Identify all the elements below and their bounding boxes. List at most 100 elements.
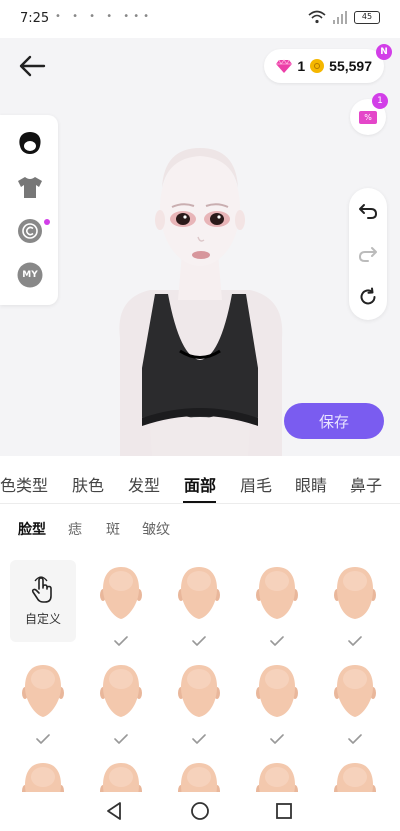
face-thumbnail <box>333 565 377 621</box>
wifi-icon <box>308 10 326 24</box>
subtab-1[interactable]: 痣 <box>68 519 82 539</box>
custom-option[interactable]: 自定义 <box>10 560 76 642</box>
sub-tabs: 脸型 痣 斑 皱纹 <box>0 505 400 549</box>
avatar-figure <box>119 148 283 456</box>
triangle-back-icon <box>107 802 121 820</box>
face-shape-option[interactable] <box>88 657 154 747</box>
tab-category-5[interactable]: 眼睛 <box>295 472 327 496</box>
avatar-stage[interactable]: 1 55,597 N % 1 MY 保存 <box>0 38 400 456</box>
notification-dots: • • • • ••• <box>55 11 154 22</box>
face-shape-option[interactable] <box>322 657 388 747</box>
face-shape-option[interactable] <box>88 755 154 792</box>
my-menu-item[interactable]: MY <box>16 261 44 289</box>
clothing-menu-item[interactable] <box>16 173 44 201</box>
tab-category-1[interactable]: 肤色 <box>72 472 104 496</box>
subtab-3[interactable]: 皱纹 <box>142 519 170 539</box>
check-icon <box>192 729 206 744</box>
check-icon <box>192 631 206 646</box>
hair-icon <box>19 132 41 154</box>
edit-tools <box>349 188 387 320</box>
face-shape-option[interactable] <box>244 559 310 649</box>
subtab-2[interactable]: 斑 <box>106 519 120 539</box>
tab-category-0[interactable]: 色类型 <box>0 472 48 496</box>
subtab-0[interactable]: 脸型 <box>18 519 46 539</box>
save-button[interactable]: 保存 <box>284 403 384 439</box>
gem-count: 1 <box>297 58 306 74</box>
face-thumbnail <box>177 565 221 621</box>
undo-icon <box>359 204 377 219</box>
face-shape-option[interactable] <box>10 657 76 747</box>
coin-icon <box>310 59 325 73</box>
check-icon <box>348 631 362 646</box>
active-tab-indicator <box>183 501 216 503</box>
back-button[interactable] <box>14 50 50 82</box>
new-badge: N <box>376 44 392 60</box>
face-shape-option[interactable] <box>166 755 232 792</box>
face-shape-option[interactable] <box>244 755 310 792</box>
face-thumbnail <box>255 761 299 792</box>
promo-button[interactable]: % 1 <box>350 93 388 135</box>
currency-pill[interactable]: 1 55,597 <box>264 49 384 83</box>
category-tabs: 色类型 肤色 发型 面部 眉毛 眼睛 鼻子 <box>0 456 400 504</box>
check-icon <box>114 729 128 744</box>
face-shape-grid: 自定义 <box>0 549 400 792</box>
face-shape-option[interactable] <box>166 657 232 747</box>
face-thumbnail <box>255 565 299 621</box>
face-shape-option[interactable] <box>322 755 388 792</box>
circle-home-icon <box>191 802 209 820</box>
signal-icon <box>333 11 347 24</box>
tap-hand-icon <box>31 575 52 603</box>
reset-icon <box>360 287 376 305</box>
face-shape-option[interactable] <box>88 559 154 649</box>
redo-button[interactable] <box>356 242 380 266</box>
face-shape-option[interactable] <box>166 559 232 649</box>
face-thumbnail <box>99 761 143 792</box>
tab-category-3[interactable]: 面部 <box>184 472 216 496</box>
face-thumbnail <box>99 663 143 719</box>
new-dot <box>44 219 50 225</box>
discount-tag-icon: % <box>359 110 377 124</box>
face-thumbnail <box>177 663 221 719</box>
check-icon <box>270 631 284 646</box>
face-thumbnail <box>333 761 377 792</box>
square-recents-icon <box>276 803 292 819</box>
promo-count-badge: 1 <box>372 93 388 109</box>
system-nav-bar <box>0 792 400 831</box>
copyright-menu-item[interactable] <box>16 217 44 245</box>
face-thumbnail <box>21 663 65 719</box>
nav-back-button[interactable] <box>102 799 126 823</box>
check-icon <box>36 729 50 744</box>
undo-button[interactable] <box>356 199 380 223</box>
check-icon <box>270 729 284 744</box>
redo-icon <box>359 247 377 262</box>
tab-category-2[interactable]: 发型 <box>128 472 160 496</box>
nav-home-button[interactable] <box>188 799 212 823</box>
left-category-menu: MY <box>0 115 58 305</box>
face-shape-option[interactable] <box>322 559 388 649</box>
arrow-left-icon <box>19 55 46 77</box>
custom-label: 自定义 <box>24 611 61 626</box>
face-thumbnail <box>333 663 377 719</box>
check-icon <box>348 729 362 744</box>
my-label: MY <box>22 270 38 280</box>
copyright-icon <box>18 219 42 243</box>
gem-icon <box>276 59 293 73</box>
check-icon <box>114 631 128 646</box>
tab-category-4[interactable]: 眉毛 <box>240 472 272 496</box>
shirt-icon <box>18 177 42 198</box>
face-shape-option[interactable] <box>10 755 76 792</box>
status-icons: 45 <box>308 10 380 24</box>
nav-recents-button[interactable] <box>272 799 296 823</box>
face-thumbnail <box>21 761 65 792</box>
status-time: 7:25 <box>20 11 50 26</box>
face-thumbnail <box>177 761 221 792</box>
coin-count: 55,597 <box>329 58 372 74</box>
face-thumbnail <box>255 663 299 719</box>
status-bar: 7:25 • • • • ••• 45 <box>0 0 400 38</box>
tab-category-6[interactable]: 鼻子 <box>350 472 382 496</box>
face-shape-option[interactable] <box>244 657 310 747</box>
reset-button[interactable] <box>356 285 380 309</box>
hair-menu-item[interactable] <box>16 129 44 157</box>
face-thumbnail <box>99 565 143 621</box>
battery-icon: 45 <box>354 10 380 24</box>
